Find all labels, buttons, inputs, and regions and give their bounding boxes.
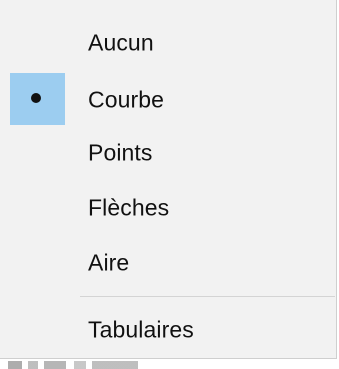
menu-item-label: Points	[88, 139, 153, 166]
underlying-window-strip	[0, 359, 339, 369]
menu-item-aire[interactable]: Aire	[0, 242, 335, 284]
menu-item-tabulaires[interactable]: Tabulaires	[0, 309, 335, 351]
menu-item-fleches[interactable]: Flèches	[0, 187, 335, 229]
menu-item-aucun[interactable]: Aucun	[0, 22, 335, 64]
context-menu: Aucun Courbe Points Flèches Aire Tabulai…	[0, 0, 337, 359]
menu-item-label: Courbe	[88, 86, 165, 113]
menu-separator	[80, 296, 335, 297]
menu-item-points[interactable]: Points	[0, 132, 335, 174]
menu-item-courbe[interactable]: Courbe	[0, 72, 335, 128]
menu-item-label: Aire	[88, 249, 130, 276]
menu-item-label: Aucun	[88, 29, 154, 56]
menu-item-label: Flèches	[88, 194, 170, 221]
obscured-background-text	[8, 361, 178, 369]
menu-item-label: Tabulaires	[88, 316, 194, 343]
radio-bullet-icon	[31, 93, 41, 103]
